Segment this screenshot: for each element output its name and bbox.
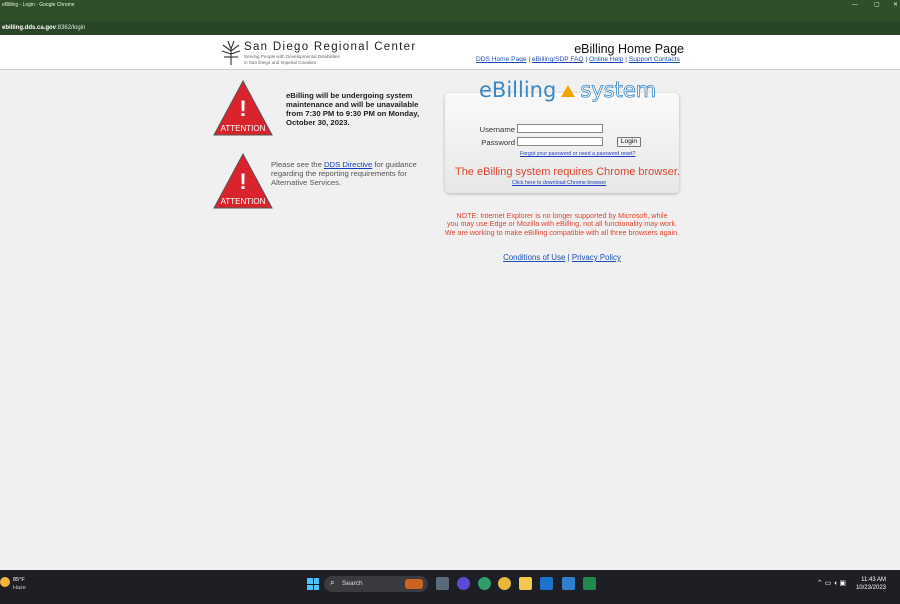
top-nav: DDS Home Page | eBilling/SDP FAQ | Onlin…: [476, 56, 680, 63]
nav-faq[interactable]: eBilling/SDP FAQ: [532, 56, 584, 63]
attention-label: ATTENTION: [221, 124, 266, 133]
logo-text-ebilling: eBilling: [479, 78, 557, 102]
clock-date: 10/23/2023: [855, 585, 886, 591]
attention-mark: !: [239, 96, 246, 121]
tree-logo-icon: [221, 40, 241, 65]
username-input[interactable]: [517, 124, 603, 133]
directive-notice: Please see the DDS Directive for guidanc…: [271, 160, 421, 187]
clock-time: 11:43 AM: [861, 577, 886, 583]
browser-support-note: NOTE: Internet Explorer is no longer sup…: [436, 211, 688, 237]
start-menu-icon[interactable]: [307, 578, 319, 590]
nav-dds-home[interactable]: DDS Home Page: [476, 56, 527, 63]
password-input[interactable]: [517, 137, 603, 146]
tab-strip: [0, 10, 900, 21]
logo-triangle-icon: [561, 85, 576, 97]
close-icon[interactable]: ✕: [893, 0, 898, 10]
weather-sun-icon: [0, 577, 10, 587]
url-text[interactable]: ebilling.dds.ca.gov:8362/login: [2, 21, 85, 35]
taskbar-search[interactable]: ⌕ Search: [324, 576, 428, 592]
app-arrow-icon[interactable]: [540, 577, 553, 590]
weather-temperature: 85°F: [13, 577, 25, 583]
url-host: ebilling.dds.ca.gov: [2, 25, 57, 31]
footer-links: Conditions of Use | Privacy Policy: [436, 253, 688, 262]
attention-mark-2: !: [239, 169, 246, 194]
attention-label-2: ATTENTION: [221, 197, 266, 206]
clock[interactable]: 11:43 AM 10/23/2023: [850, 576, 886, 592]
file-explorer-icon[interactable]: [519, 577, 532, 590]
username-label: Username: [479, 125, 515, 134]
teams-icon[interactable]: [457, 577, 470, 590]
edge-icon[interactable]: [478, 577, 491, 590]
nav-support-contacts[interactable]: Support Contacts: [629, 56, 680, 63]
url-path: :8362/login: [56, 25, 86, 31]
search-label: Search: [342, 580, 363, 587]
org-tagline: Serving People with Developmental Disabi…: [244, 54, 340, 59]
attention-warning-icon-2: ! ATTENTION: [213, 153, 273, 209]
dds-directive-link[interactable]: DDS Directive: [324, 160, 372, 169]
login-button[interactable]: Login: [617, 137, 641, 147]
maintenance-notice: eBilling will be undergoing system maint…: [286, 91, 420, 128]
chrome-requirement-text: The eBilling system requires Chrome brow…: [455, 166, 680, 178]
windows-taskbar: 85°F Haze ⌕ Search ⌃ ▭ ◖ ▣ 11:43 AM 10/2…: [0, 570, 900, 604]
weather-condition: Haze: [13, 585, 26, 591]
task-view-icon[interactable]: [436, 577, 449, 590]
address-bar[interactable]: ebilling.dds.ca.gov:8362/login: [0, 21, 900, 35]
download-chrome-link[interactable]: Click here to download Chrome browser: [512, 180, 606, 186]
password-label: Password: [481, 138, 515, 147]
attention-warning-icon: ! ATTENTION: [213, 80, 273, 136]
note-line-3: We are working to make eBilling compatib…: [444, 227, 680, 237]
org-name: San Diego Regional Center: [244, 41, 417, 53]
footer-sep: |: [567, 253, 570, 262]
page-title: eBilling Home Page: [574, 42, 684, 56]
forgot-password-link[interactable]: Forgot your password or need a password …: [520, 151, 635, 157]
tray-icons[interactable]: ⌃ ▭ ◖ ▣: [817, 579, 846, 587]
window-title: eBilling - Login - Google Chrome: [2, 2, 75, 8]
ebilling-logo: eBilling system: [479, 78, 657, 103]
site-header: San Diego Regional Center Serving People…: [0, 35, 900, 70]
privacy-policy-link[interactable]: Privacy Policy: [572, 253, 621, 262]
chrome-icon[interactable]: [498, 577, 511, 590]
excel-icon[interactable]: [583, 577, 596, 590]
conditions-of-use-link[interactable]: Conditions of Use: [503, 253, 565, 262]
search-highlight-icon: [405, 579, 423, 589]
nav-online-help[interactable]: Online Help: [589, 56, 623, 63]
browser-title-bar: eBilling - Login - Google Chrome — ▢ ✕: [0, 0, 900, 10]
minimize-icon[interactable]: —: [852, 0, 858, 10]
maximize-icon[interactable]: ▢: [874, 0, 880, 10]
logo-text-system: system: [580, 78, 657, 103]
search-icon: ⌕: [330, 578, 335, 587]
directive-text-before: Please see the: [271, 160, 324, 169]
org-tagline-2: in San Diego and Imperial Counties: [244, 60, 317, 65]
outlook-icon[interactable]: [562, 577, 575, 590]
